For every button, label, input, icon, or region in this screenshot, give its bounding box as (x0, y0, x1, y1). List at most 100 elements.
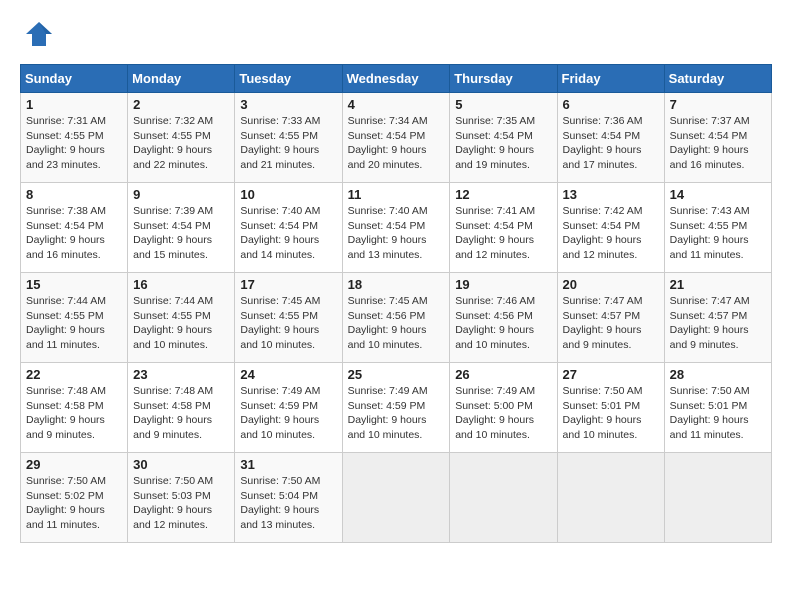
calendar-table: SundayMondayTuesdayWednesdayThursdayFrid… (20, 64, 772, 543)
day-cell (557, 453, 664, 543)
day-info: Sunrise: 7:50 AMSunset: 5:01 PMDaylight:… (563, 384, 659, 443)
weekday-header-thursday: Thursday (450, 65, 557, 93)
day-info: Sunrise: 7:34 AMSunset: 4:54 PMDaylight:… (348, 114, 445, 173)
day-cell: 7 Sunrise: 7:37 AMSunset: 4:54 PMDaylight… (664, 93, 771, 183)
day-cell: 27 Sunrise: 7:50 AMSunset: 5:01 PMDayligh… (557, 363, 664, 453)
day-cell: 11 Sunrise: 7:40 AMSunset: 4:54 PMDayligh… (342, 183, 450, 273)
day-cell: 31 Sunrise: 7:50 AMSunset: 5:04 PMDayligh… (235, 453, 342, 543)
day-number: 7 (670, 97, 766, 112)
day-cell: 26 Sunrise: 7:49 AMSunset: 5:00 PMDayligh… (450, 363, 557, 453)
day-number: 10 (240, 187, 336, 202)
week-row-3: 15 Sunrise: 7:44 AMSunset: 4:55 PMDayligh… (21, 273, 772, 363)
day-number: 24 (240, 367, 336, 382)
day-number: 20 (563, 277, 659, 292)
day-info: Sunrise: 7:41 AMSunset: 4:54 PMDaylight:… (455, 204, 551, 263)
day-cell: 16 Sunrise: 7:44 AMSunset: 4:55 PMDayligh… (128, 273, 235, 363)
day-cell: 29Sunrise: 7:50 AMSunset: 5:02 PMDayligh… (21, 453, 128, 543)
day-cell: 20 Sunrise: 7:47 AMSunset: 4:57 PMDayligh… (557, 273, 664, 363)
day-number: 21 (670, 277, 766, 292)
day-cell: 5 Sunrise: 7:35 AMSunset: 4:54 PMDaylight… (450, 93, 557, 183)
day-info: Sunrise: 7:49 AMSunset: 4:59 PMDaylight:… (348, 384, 445, 443)
day-cell: 21Sunrise: 7:47 AMSunset: 4:57 PMDayligh… (664, 273, 771, 363)
week-row-4: 22Sunrise: 7:48 AMSunset: 4:58 PMDayligh… (21, 363, 772, 453)
day-cell: 25 Sunrise: 7:49 AMSunset: 4:59 PMDayligh… (342, 363, 450, 453)
day-info: Sunrise: 7:48 AMSunset: 4:58 PMDaylight:… (26, 384, 122, 443)
day-cell: 12 Sunrise: 7:41 AMSunset: 4:54 PMDayligh… (450, 183, 557, 273)
weekday-header-tuesday: Tuesday (235, 65, 342, 93)
day-number: 26 (455, 367, 551, 382)
day-cell: 24 Sunrise: 7:49 AMSunset: 4:59 PMDayligh… (235, 363, 342, 453)
day-cell: 3Sunrise: 7:33 AMSunset: 4:55 PMDaylight… (235, 93, 342, 183)
day-info: Sunrise: 7:39 AMSunset: 4:54 PMDaylight:… (133, 204, 229, 263)
logo (20, 20, 54, 48)
day-cell: 9 Sunrise: 7:39 AMSunset: 4:54 PMDaylight… (128, 183, 235, 273)
day-cell: 19 Sunrise: 7:46 AMSunset: 4:56 PMDayligh… (450, 273, 557, 363)
day-number: 12 (455, 187, 551, 202)
day-info: Sunrise: 7:37 AMSunset: 4:54 PMDaylight:… (670, 114, 766, 173)
day-info: Sunrise: 7:49 AMSunset: 4:59 PMDaylight:… (240, 384, 336, 443)
day-number: 14 (670, 187, 766, 202)
day-info: Sunrise: 7:45 AMSunset: 4:55 PMDaylight:… (240, 294, 336, 353)
day-number: 17 (240, 277, 336, 292)
day-cell: 14Sunrise: 7:43 AMSunset: 4:55 PMDayligh… (664, 183, 771, 273)
day-cell: 10 Sunrise: 7:40 AMSunset: 4:54 PMDayligh… (235, 183, 342, 273)
day-cell: 28 Sunrise: 7:50 AMSunset: 5:01 PMDayligh… (664, 363, 771, 453)
day-cell (342, 453, 450, 543)
day-info: Sunrise: 7:50 AMSunset: 5:03 PMDaylight:… (133, 474, 229, 533)
day-info: Sunrise: 7:31 AMSunset: 4:55 PMDaylight:… (26, 114, 122, 173)
day-number: 5 (455, 97, 551, 112)
day-cell: 1 Sunrise: 7:31 AMSunset: 4:55 PMDaylight… (21, 93, 128, 183)
day-number: 19 (455, 277, 551, 292)
day-number: 16 (133, 277, 229, 292)
day-info: Sunrise: 7:46 AMSunset: 4:56 PMDaylight:… (455, 294, 551, 353)
calendar-body: 1 Sunrise: 7:31 AMSunset: 4:55 PMDaylight… (21, 93, 772, 543)
logo-icon (24, 20, 54, 48)
day-cell: 2 Sunrise: 7:32 AMSunset: 4:55 PMDaylight… (128, 93, 235, 183)
weekday-header-saturday: Saturday (664, 65, 771, 93)
day-info: Sunrise: 7:40 AMSunset: 4:54 PMDaylight:… (348, 204, 445, 263)
day-number: 15 (26, 277, 122, 292)
header (20, 20, 772, 48)
day-number: 28 (670, 367, 766, 382)
day-info: Sunrise: 7:50 AMSunset: 5:01 PMDaylight:… (670, 384, 766, 443)
day-info: Sunrise: 7:47 AMSunset: 4:57 PMDaylight:… (563, 294, 659, 353)
day-number: 13 (563, 187, 659, 202)
day-number: 25 (348, 367, 445, 382)
day-number: 9 (133, 187, 229, 202)
week-row-2: 8 Sunrise: 7:38 AMSunset: 4:54 PMDaylight… (21, 183, 772, 273)
day-info: Sunrise: 7:38 AMSunset: 4:54 PMDaylight:… (26, 204, 122, 263)
day-number: 8 (26, 187, 122, 202)
day-cell: 23Sunrise: 7:48 AMSunset: 4:58 PMDayligh… (128, 363, 235, 453)
weekday-header-sunday: Sunday (21, 65, 128, 93)
day-cell: 8 Sunrise: 7:38 AMSunset: 4:54 PMDaylight… (21, 183, 128, 273)
weekday-header-monday: Monday (128, 65, 235, 93)
day-cell: 18 Sunrise: 7:45 AMSunset: 4:56 PMDayligh… (342, 273, 450, 363)
day-cell: 17 Sunrise: 7:45 AMSunset: 4:55 PMDayligh… (235, 273, 342, 363)
day-number: 18 (348, 277, 445, 292)
day-info: Sunrise: 7:44 AMSunset: 4:55 PMDaylight:… (133, 294, 229, 353)
day-number: 1 (26, 97, 122, 112)
day-number: 4 (348, 97, 445, 112)
day-info: Sunrise: 7:33 AMSunset: 4:55 PMDaylight:… (240, 114, 336, 173)
day-info: Sunrise: 7:50 AMSunset: 5:04 PMDaylight:… (240, 474, 336, 533)
day-info: Sunrise: 7:48 AMSunset: 4:58 PMDaylight:… (133, 384, 229, 443)
day-number: 6 (563, 97, 659, 112)
day-number: 11 (348, 187, 445, 202)
day-cell: 30Sunrise: 7:50 AMSunset: 5:03 PMDayligh… (128, 453, 235, 543)
day-number: 27 (563, 367, 659, 382)
day-number: 31 (240, 457, 336, 472)
day-number: 29 (26, 457, 122, 472)
day-info: Sunrise: 7:45 AMSunset: 4:56 PMDaylight:… (348, 294, 445, 353)
day-info: Sunrise: 7:40 AMSunset: 4:54 PMDaylight:… (240, 204, 336, 263)
day-cell (664, 453, 771, 543)
week-row-1: 1 Sunrise: 7:31 AMSunset: 4:55 PMDaylight… (21, 93, 772, 183)
day-info: Sunrise: 7:49 AMSunset: 5:00 PMDaylight:… (455, 384, 551, 443)
weekday-header-row: SundayMondayTuesdayWednesdayThursdayFrid… (21, 65, 772, 93)
day-info: Sunrise: 7:44 AMSunset: 4:55 PMDaylight:… (26, 294, 122, 353)
day-info: Sunrise: 7:32 AMSunset: 4:55 PMDaylight:… (133, 114, 229, 173)
weekday-header-friday: Friday (557, 65, 664, 93)
day-cell: 6Sunrise: 7:36 AMSunset: 4:54 PMDaylight… (557, 93, 664, 183)
day-cell: 4 Sunrise: 7:34 AMSunset: 4:54 PMDaylight… (342, 93, 450, 183)
day-number: 2 (133, 97, 229, 112)
day-info: Sunrise: 7:35 AMSunset: 4:54 PMDaylight:… (455, 114, 551, 173)
